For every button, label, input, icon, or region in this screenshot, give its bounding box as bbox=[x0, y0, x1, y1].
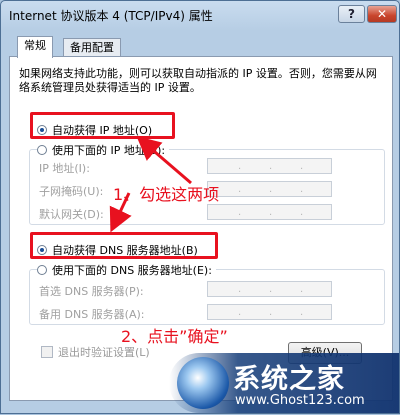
default-gateway-input[interactable]: ... bbox=[207, 204, 332, 220]
alternate-dns-label: 备用 DNS 服务器(A): bbox=[39, 308, 145, 321]
alternate-dns-input[interactable]: ... bbox=[207, 304, 332, 320]
window-title: Internet 协议版本 4 (TCP/IPv4) 属性 bbox=[9, 9, 213, 23]
validate-on-exit-option[interactable]: 退出时验证设置(L) bbox=[41, 344, 150, 360]
manual-dns-label: 使用下面的 DNS 服务器地址(E): bbox=[52, 264, 212, 277]
preferred-dns-label: 首选 DNS 服务器(P): bbox=[39, 285, 144, 298]
validate-on-exit-checkbox[interactable] bbox=[41, 346, 53, 358]
annotation-step1: 1、勾选这两项 bbox=[113, 185, 220, 204]
subnet-mask-input[interactable]: ... bbox=[207, 181, 332, 197]
manual-ip-option[interactable]: 使用下面的 IP 地址(S): bbox=[37, 142, 170, 158]
tab-alternate-config[interactable]: 备用配置 bbox=[63, 38, 121, 57]
preferred-dns-input[interactable]: ... bbox=[207, 281, 332, 297]
manual-dns-option[interactable]: 使用下面的 DNS 服务器地址(E): bbox=[37, 262, 216, 278]
default-gateway-label: 默认网关(D): bbox=[39, 208, 104, 221]
highlight-box-dns bbox=[30, 232, 218, 259]
close-button[interactable]: ✕ bbox=[367, 5, 397, 23]
help-button[interactable]: ? bbox=[338, 5, 365, 23]
watermark-url: www.Ghost123.com bbox=[235, 393, 365, 408]
manual-ip-label: 使用下面的 IP 地址(S): bbox=[52, 144, 166, 157]
highlight-box-ip bbox=[30, 112, 175, 139]
manual-ip-radio[interactable] bbox=[37, 145, 47, 155]
dialog-window: Internet 协议版本 4 (TCP/IPv4) 属性 ? ✕ 常规 备用配… bbox=[0, 0, 400, 414]
description-text: 如果网络支持此功能，则可以获取自动指派的 IP 设置。否则，您需要从网络系统管理… bbox=[19, 67, 377, 94]
subnet-mask-label: 子网掩码(U): bbox=[39, 185, 104, 198]
ip-address-input[interactable]: ... bbox=[207, 158, 332, 174]
ip-address-label: IP 地址(I): bbox=[39, 162, 90, 175]
watermark-name: 系统之家 bbox=[233, 364, 345, 395]
watermark-logo-icon bbox=[177, 357, 229, 409]
validate-on-exit-label: 退出时验证设置(L) bbox=[58, 346, 150, 359]
manual-dns-radio[interactable] bbox=[37, 265, 47, 275]
tab-general[interactable]: 常规 bbox=[17, 36, 53, 58]
